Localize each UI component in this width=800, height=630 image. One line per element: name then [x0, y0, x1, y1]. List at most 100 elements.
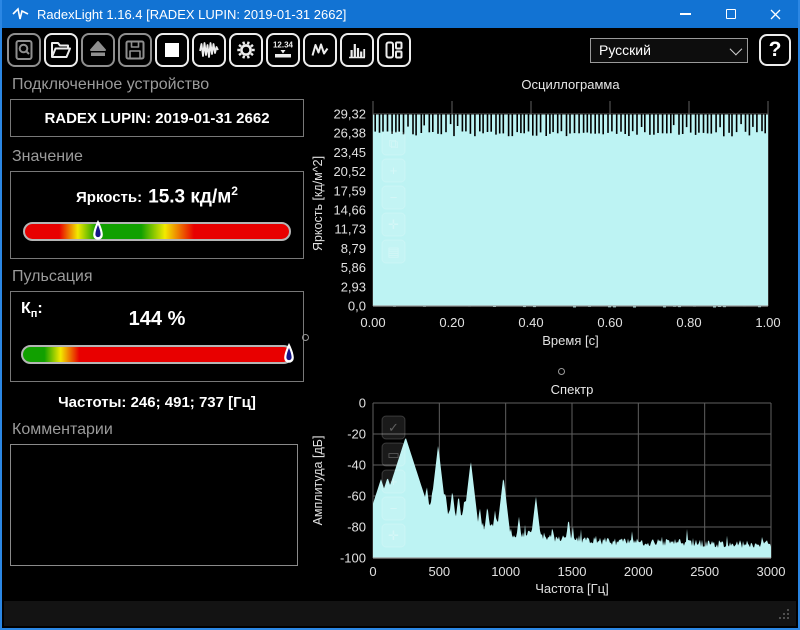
- minimize-icon: [680, 13, 691, 15]
- title-bar[interactable]: RadexLight 1.16.4 [RADEX LUPIN: 2019-01-…: [2, 0, 798, 28]
- toolbar-button-numeric-display[interactable]: 12.34: [266, 33, 300, 67]
- spectrum-view-icon: [349, 44, 366, 59]
- svg-text:1.00: 1.00: [755, 315, 780, 330]
- svg-text:✓: ✓: [388, 420, 399, 435]
- svg-text:▤: ▤: [387, 244, 399, 259]
- spec-zoom-toolbar: ✓ ▭ + − ✛: [381, 415, 406, 548]
- toolbar-button-layout-panels[interactable]: [377, 33, 411, 67]
- pulsation-section-label: Пульсация: [12, 268, 93, 286]
- svg-text:3000: 3000: [757, 564, 786, 579]
- chart-splitter-circle[interactable]: [558, 368, 565, 375]
- kp-bar-handle-circle[interactable]: [302, 334, 309, 341]
- close-button[interactable]: [753, 0, 798, 28]
- kp-scale-bar-wrap: [21, 343, 294, 365]
- svg-text:0: 0: [359, 396, 366, 411]
- toolbar-button-save[interactable]: [118, 33, 152, 67]
- language-select[interactable]: Русский: [590, 37, 748, 63]
- svg-text:−: −: [390, 501, 398, 516]
- svg-text:Яркость [кд/м^2]: Яркость [кд/м^2]: [311, 156, 325, 251]
- svg-text:5,86: 5,86: [341, 260, 366, 275]
- svg-text:1000: 1000: [491, 564, 520, 579]
- resize-grip[interactable]: [778, 608, 790, 620]
- svg-text:Осциллограмма: Осциллограмма: [521, 77, 620, 92]
- svg-text:Время [с]: Время [с]: [542, 333, 598, 348]
- kp-marker-icon: [284, 343, 294, 364]
- svg-text:+: +: [390, 474, 398, 489]
- settings-gear-icon: [237, 41, 255, 59]
- luminance-readout: Яркость: 15.3 кд/м2: [23, 184, 291, 208]
- toolbar-button-waveform-view[interactable]: [303, 33, 337, 67]
- svg-text:Амплитуда [дБ]: Амплитуда [дБ]: [311, 436, 325, 526]
- toolbar-button-settings-gear[interactable]: [229, 33, 263, 67]
- oscillogram-mode-icon: [199, 42, 219, 58]
- save-icon: [125, 40, 145, 60]
- svg-text:-100: -100: [340, 551, 366, 566]
- osc-waveform-series: [373, 114, 768, 308]
- svg-text:2500: 2500: [690, 564, 719, 579]
- spectrum-chart[interactable]: Спектр0-20-40-60-80-1000 500 1000 1500 2000 2…: [308, 378, 800, 602]
- svg-text:0: 0: [369, 564, 376, 579]
- close-icon: [770, 9, 781, 19]
- device-section-label: Подключенное устройство: [12, 76, 210, 93]
- app-logo-icon: [12, 7, 29, 21]
- waveform-view-icon: [311, 43, 329, 56]
- toolbar-button-stop[interactable]: [155, 33, 189, 67]
- luminance-scale-bar: [23, 222, 291, 242]
- frequencies-text: Частоты: 246; 491; 737 [Гц]: [58, 394, 256, 412]
- status-bar: [4, 601, 796, 626]
- svg-text:29,32: 29,32: [333, 107, 366, 122]
- kp-scale-bar: [21, 345, 293, 365]
- svg-text:1500: 1500: [558, 564, 587, 579]
- svg-text:0.60: 0.60: [597, 315, 622, 330]
- toolbar-button-report-search[interactable]: [7, 33, 41, 67]
- maximize-icon: [725, 9, 736, 19]
- layout-panels-icon: [385, 41, 403, 59]
- svg-text:0.00: 0.00: [360, 315, 385, 330]
- svg-text:14,66: 14,66: [333, 203, 366, 218]
- svg-text:+: +: [390, 163, 398, 178]
- svg-text:2,93: 2,93: [341, 279, 366, 294]
- toolbar-button-spectrum-view[interactable]: [340, 33, 374, 67]
- comments-textarea[interactable]: [10, 444, 298, 567]
- report-search-icon: [15, 40, 33, 60]
- value-box: Яркость: 15.3 кд/м2: [10, 171, 304, 260]
- numeric-display-icon: 12.34: [273, 41, 294, 58]
- osc-zoom-toolbar: ⧉ + − ✛ ▤: [381, 131, 406, 264]
- window-title: RadexLight 1.16.4 [RADEX LUPIN: 2019-01-…: [37, 6, 347, 22]
- luminance-value: 15.3 кд/м2: [148, 184, 238, 208]
- pulsation-box: Кп: 144 %: [10, 291, 304, 383]
- minimize-button[interactable]: [663, 0, 708, 28]
- svg-text:▭: ▭: [387, 447, 399, 462]
- svg-text:⧉: ⧉: [389, 136, 398, 151]
- help-button[interactable]: ?: [759, 34, 791, 66]
- value-section-label: Значение: [12, 148, 83, 165]
- luminance-param-label: Яркость:: [76, 189, 143, 207]
- svg-text:Спектр: Спектр: [551, 382, 594, 397]
- chevron-down-icon: [729, 42, 743, 55]
- toolbar-button-eject-device[interactable]: [81, 33, 115, 67]
- language-selected-value: Русский: [599, 42, 651, 58]
- window-controls: [663, 0, 798, 28]
- oscillogram-chart[interactable]: Осциллограмма 29,32 26,38 23,45 20,52 17,59 14…: [308, 74, 800, 376]
- svg-text:-20: -20: [347, 427, 366, 442]
- toolbar-button-oscillogram-mode[interactable]: [192, 33, 226, 67]
- kp-label: Кп:: [21, 300, 43, 321]
- left-panel: Подключенное устройство RADEX LUPIN: 201…: [10, 74, 304, 571]
- luminance-marker-icon: [93, 220, 103, 241]
- device-name-box: RADEX LUPIN: 2019-01-31 2662: [10, 99, 304, 137]
- luminance-scale-bar-wrap: [23, 220, 291, 242]
- svg-text:0,0: 0,0: [348, 299, 366, 314]
- svg-text:17,59: 17,59: [333, 183, 366, 198]
- kp-value: 144 %: [128, 308, 186, 331]
- toolbar-button-open-file[interactable]: [44, 33, 78, 67]
- svg-text:23,45: 23,45: [333, 145, 366, 160]
- toolbar-buttons: 12.34: [7, 33, 411, 67]
- svg-text:20,52: 20,52: [333, 164, 366, 179]
- eject-device-icon: [90, 41, 106, 56]
- svg-text:-80: -80: [347, 520, 366, 535]
- svg-text:2000: 2000: [624, 564, 653, 579]
- comments-section-label: Комментарии: [12, 421, 113, 439]
- maximize-button[interactable]: [708, 0, 753, 28]
- svg-text:−: −: [390, 190, 398, 205]
- svg-text:✛: ✛: [388, 217, 399, 232]
